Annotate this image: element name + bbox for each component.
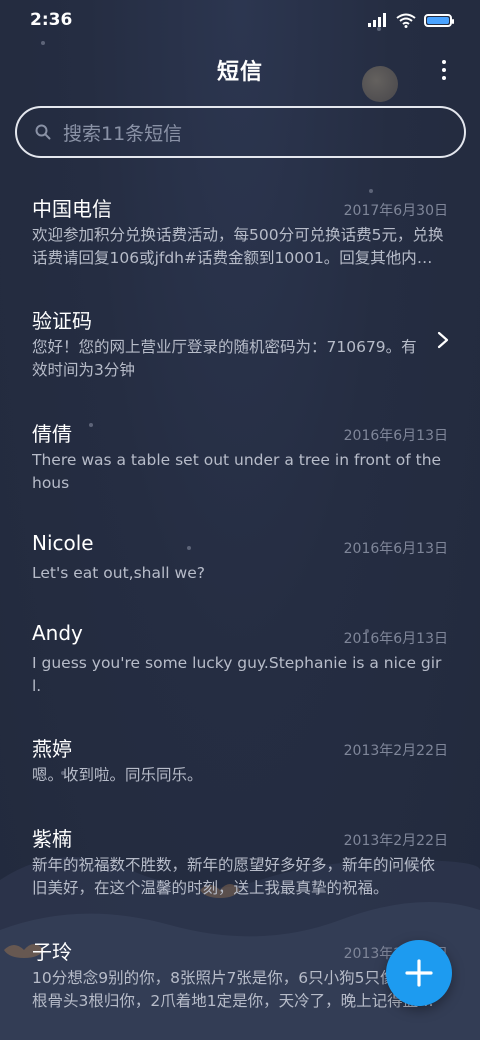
message-sender: Nicole bbox=[32, 531, 94, 555]
message-preview: 10分想念9别的你，8张照片7张是你，6只小狗5只像你，4根骨头3根归你，2爪着… bbox=[32, 969, 437, 1010]
battery-level bbox=[427, 16, 449, 24]
search-placeholder: 搜索11条短信 bbox=[63, 122, 183, 145]
message-sender: 紫楠 bbox=[32, 827, 72, 851]
list-item[interactable]: Nicole 2016年6月13日 Let's eat out,shall we… bbox=[0, 518, 480, 618]
message-sender: 中国电信 bbox=[32, 197, 112, 221]
list-item[interactable]: 燕婷 2013年2月22日 嗯。收到啦。同乐同乐。 bbox=[0, 720, 480, 820]
message-preview: Let's eat out,shall we? bbox=[32, 564, 205, 582]
message-date: 2016年6月13日 bbox=[343, 541, 448, 557]
message-date: 2016年6月13日 bbox=[343, 631, 448, 647]
message-sender: Andy bbox=[32, 621, 83, 645]
message-preview: There was a table set out under a tree i… bbox=[32, 451, 442, 492]
more-options-button[interactable] bbox=[434, 56, 454, 84]
message-preview: 欢迎参加积分兑换话费活动，每500分可兑换话费5元，兑换话费请回复106或jfd… bbox=[32, 226, 444, 267]
plus-icon bbox=[405, 959, 433, 987]
message-sender: 燕婷 bbox=[32, 737, 72, 761]
compose-button[interactable] bbox=[386, 940, 452, 1006]
list-item[interactable]: 中国电信 2017年6月30日 欢迎参加积分兑换话费活动，每500分可兑换话费5… bbox=[0, 180, 480, 280]
wifi-icon bbox=[396, 13, 416, 28]
message-sender: 验证码 bbox=[32, 309, 92, 333]
message-date: 2017年6月30日 bbox=[343, 203, 448, 219]
star-decoration bbox=[377, 27, 381, 31]
chevron-right-icon bbox=[437, 331, 449, 349]
message-preview: 嗯。收到啦。同乐同乐。 bbox=[32, 766, 203, 784]
message-date: 2016年6月13日 bbox=[343, 428, 448, 444]
message-sender: 子玲 bbox=[32, 940, 72, 964]
signal-icon bbox=[368, 13, 386, 27]
message-preview: I guess you're some lucky guy.Stephanie … bbox=[32, 654, 442, 695]
page-title: 短信 bbox=[216, 60, 263, 85]
search-input[interactable]: 搜索11条短信 bbox=[15, 106, 466, 158]
battery-icon bbox=[424, 13, 454, 27]
status-time: 2:36 bbox=[30, 10, 73, 30]
message-preview: 您好！您的网上营业厅登录的随机密码为：710679。有效时间为3分钟 bbox=[32, 338, 417, 379]
app-header: 短信 bbox=[0, 48, 480, 92]
search-icon bbox=[35, 124, 51, 140]
list-item[interactable]: 倩倩 2016年6月13日 There was a table set out … bbox=[0, 405, 480, 505]
message-sender: 倩倩 bbox=[32, 422, 72, 446]
message-preview: 新年的祝福数不胜数，新年的愿望好多好多，新年的问候依旧美好，在这个温馨的时刻，送… bbox=[32, 856, 436, 897]
message-date: 2013年2月22日 bbox=[343, 743, 448, 759]
status-bar: 2:36 bbox=[0, 0, 480, 40]
list-item[interactable]: 验证码 您好！您的网上营业厅登录的随机密码为：710679。有效时间为3分钟 bbox=[0, 292, 480, 392]
more-vertical-icon bbox=[442, 60, 446, 64]
list-item[interactable]: 紫楠 2013年2月22日 新年的祝福数不胜数，新年的愿望好多好多，新年的问候依… bbox=[0, 810, 480, 910]
message-date: 2013年2月22日 bbox=[343, 833, 448, 849]
list-item[interactable]: Andy 2016年6月13日 I guess you're some luck… bbox=[0, 608, 480, 708]
star-decoration bbox=[41, 41, 45, 45]
